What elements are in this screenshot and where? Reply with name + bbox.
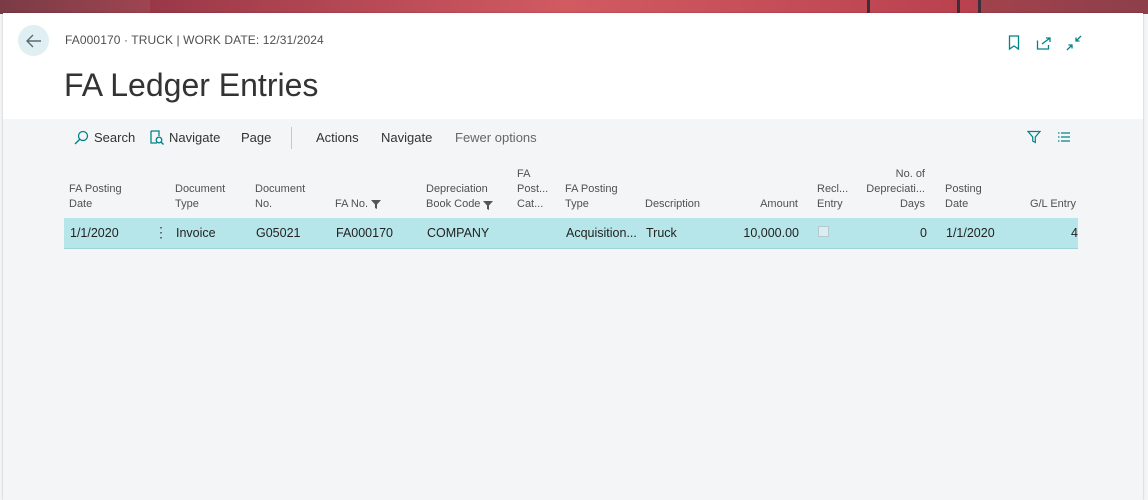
arrow-left-icon (25, 34, 41, 47)
filter-icon[interactable] (1027, 130, 1041, 144)
column-header-label: No. of Depreciati... Days (866, 168, 925, 210)
column-header[interactable]: Posting Date (945, 182, 982, 212)
navigate-menu-label: Navigate (381, 130, 433, 145)
reclassification-checkbox[interactable] (818, 226, 829, 237)
column-header-label: FA Post... Cat... (517, 168, 549, 210)
column-header-label: Document No. (255, 183, 306, 210)
page-menu[interactable]: Page (241, 130, 271, 145)
actions-menu[interactable]: Actions (316, 130, 359, 145)
navigate-menu[interactable]: Navigate (381, 130, 432, 145)
filter-icon (371, 200, 382, 209)
column-header[interactable]: G/L Entry (1016, 197, 1076, 212)
column-header[interactable]: No. of Depreciati... Days (859, 167, 925, 212)
action-bar: Search Navigate Page Actions Navigate Fe… (3, 119, 1143, 157)
cell-fa-posting-type: Acquisition... (566, 226, 637, 240)
column-header[interactable]: FA Posting Type (565, 182, 618, 212)
action-separator (291, 127, 292, 149)
search-icon (74, 130, 89, 145)
search-label: Search (94, 130, 136, 145)
search-button[interactable]: Search (74, 130, 135, 145)
table-row[interactable]: 1/1/2020 ⋮ Invoice G05021 FA000170 COMPA… (64, 218, 1078, 249)
cell-depreciation-book-code: COMPANY (427, 226, 490, 240)
column-header-label: Depreciation Book Code (426, 183, 488, 210)
page-menu-label: Page (241, 130, 272, 145)
page-header: FA000170 · TRUCK | WORK DATE: 12/31/2024… (3, 13, 1143, 119)
background-mast (867, 0, 870, 14)
column-header-label: FA No. (335, 198, 369, 210)
column-header-label: Description (645, 198, 701, 210)
column-header-label: FA Posting Date (69, 183, 122, 210)
column-header[interactable]: Description (645, 197, 700, 212)
bookmark-icon[interactable] (1005, 34, 1023, 52)
column-header[interactable]: Recl... Entry (817, 182, 848, 212)
cell-fa-posting-date: 1/1/2020 (70, 226, 119, 240)
navigate-icon-button[interactable]: Navigate (149, 130, 220, 145)
column-header[interactable]: Document No. (255, 182, 305, 212)
column-header[interactable]: Document Type (175, 182, 225, 212)
cell-depreciation-days: 0 (920, 226, 927, 240)
cell-document-type: Invoice (176, 226, 216, 240)
cell-amount[interactable]: 10,000.00 (724, 226, 799, 240)
breadcrumb: FA000170 · TRUCK | WORK DATE: 12/31/2024 (65, 33, 324, 47)
background-mast (957, 0, 960, 14)
view-icons (1027, 130, 1071, 144)
column-header-label: G/L Entry (1029, 198, 1076, 210)
collapse-icon[interactable] (1065, 34, 1083, 52)
background-strip (150, 0, 980, 14)
column-header[interactable]: Amount (740, 197, 798, 212)
fewer-options-button[interactable]: Fewer options (455, 130, 537, 145)
column-header-label: Document Type (175, 183, 226, 210)
cell-document-no[interactable]: G05021 (256, 226, 300, 240)
cell-posting-date: 1/1/2020 (946, 226, 995, 240)
cell-fa-no: FA000170 (336, 226, 393, 240)
column-header-label: Recl... Entry (817, 183, 849, 210)
list-view-icon[interactable] (1057, 130, 1071, 144)
cell-description: Truck (646, 226, 677, 240)
column-header[interactable]: FA Posting Date (69, 182, 122, 212)
column-header[interactable]: FA Post... Cat... (517, 167, 548, 212)
share-icon[interactable] (1035, 34, 1053, 52)
actions-menu-label: Actions (316, 130, 359, 145)
column-header-label: Posting Date (945, 183, 982, 210)
column-header[interactable]: FA No. (335, 197, 382, 212)
cell-gl-entry-no[interactable]: 4 (1044, 226, 1078, 240)
row-menu-icon[interactable]: ⋮ (154, 224, 168, 241)
column-header-label: Amount (760, 198, 798, 210)
page-panel: FA000170 · TRUCK | WORK DATE: 12/31/2024… (3, 13, 1143, 500)
column-header-label: FA Posting Type (565, 183, 618, 210)
header-icons (1005, 34, 1083, 52)
column-header[interactable]: Depreciation Book Code (426, 182, 493, 212)
background-mast (978, 0, 981, 14)
background-image (0, 0, 1148, 14)
filter-icon (483, 201, 493, 210)
back-button[interactable] (18, 25, 49, 56)
fewer-options-label: Fewer options (455, 130, 537, 145)
navigate-icon-label: Navigate (169, 130, 221, 145)
find-entries-icon (150, 130, 164, 145)
page-title: FA Ledger Entries (64, 67, 319, 103)
